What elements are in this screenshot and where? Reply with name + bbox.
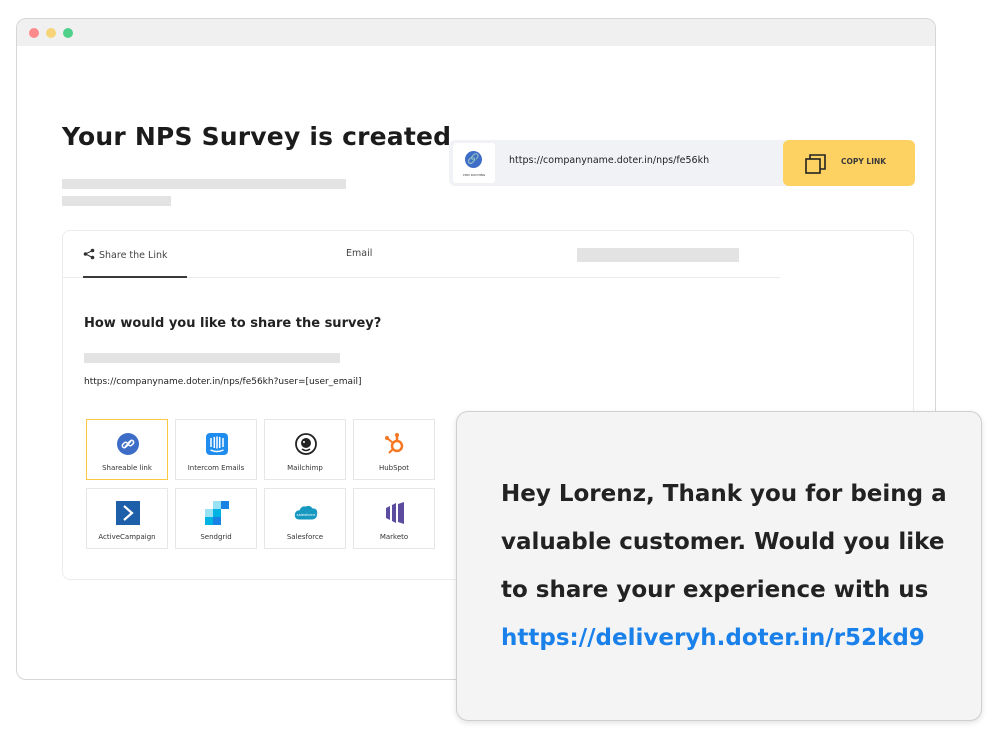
- message-line: valuable customer. Would you like: [501, 529, 945, 555]
- integration-intercom-emails[interactable]: Intercom Emails: [175, 419, 257, 480]
- integration-label: HubSpot: [378, 464, 410, 472]
- page-title: Your NPS Survey is created: [62, 122, 452, 151]
- integration-label: Intercom Emails: [187, 464, 245, 472]
- link-icon: [116, 432, 140, 456]
- survey-url[interactable]: https://companyname.doter.in/nps/fe56kh: [509, 155, 709, 166]
- integration-salesforce[interactable]: salesforce Salesforce: [264, 488, 346, 549]
- intercom-icon: [205, 432, 229, 456]
- message-link[interactable]: https://deliveryh.doter.in/r52kd9: [501, 614, 961, 662]
- message-line: Hey Lorenz, Thank you for being a: [501, 481, 947, 507]
- message-body: Hey Lorenz, Thank you for being a valuab…: [501, 470, 961, 662]
- personalized-url[interactable]: https://companyname.doter.in/nps/fe56kh?…: [84, 377, 362, 387]
- window-titlebar: [17, 19, 935, 46]
- integration-hubspot[interactable]: HubSpot: [353, 419, 435, 480]
- placeholder-bar: [62, 196, 171, 206]
- integration-mailchimp[interactable]: Mailchimp: [264, 419, 346, 480]
- active-tab-indicator: [83, 276, 187, 278]
- integration-label: Mailchimp: [287, 464, 323, 472]
- svg-text:salesforce: salesforce: [297, 513, 316, 517]
- salesforce-icon: salesforce: [294, 501, 318, 525]
- close-window-dot[interactable]: [29, 28, 39, 38]
- sms-message-preview: Hey Lorenz, Thank you for being a valuab…: [456, 411, 982, 721]
- integration-marketo[interactable]: Marketo: [353, 488, 435, 549]
- message-line: to share your experience with us: [501, 577, 929, 603]
- tab-share-link[interactable]: Share the Link: [83, 248, 168, 261]
- mailchimp-icon: [294, 432, 318, 456]
- integration-activecampaign[interactable]: ActiveCampaign: [86, 488, 168, 549]
- integration-label: Salesforce: [286, 533, 324, 541]
- integration-sendgrid[interactable]: Sendgrid: [175, 488, 257, 549]
- minimize-window-dot[interactable]: [46, 28, 56, 38]
- maximize-window-dot[interactable]: [63, 28, 73, 38]
- placeholder-bar: [84, 353, 340, 363]
- tab-email[interactable]: Email: [346, 248, 372, 259]
- integration-label: ActiveCampaign: [98, 533, 156, 541]
- placeholder-bar: [62, 179, 346, 189]
- copy-link-button[interactable]: COPY LINK: [783, 140, 915, 186]
- tab-placeholder: [577, 248, 739, 262]
- integration-shareable-link[interactable]: Shareable link: [86, 419, 168, 480]
- integration-label: Shareable link: [102, 464, 152, 472]
- copy-icon: [805, 154, 826, 174]
- company-logo: 🔗 CMD DOCHING: [453, 143, 495, 183]
- tab-label: Share the Link: [99, 250, 168, 261]
- integration-label: Sendgrid: [200, 533, 232, 541]
- company-logo-text: CMD DOCHING: [462, 173, 486, 177]
- marketo-icon: [383, 501, 407, 525]
- activecampaign-icon: [116, 501, 140, 525]
- hubspot-icon: [383, 432, 407, 456]
- tab-label: Email: [346, 248, 373, 259]
- sendgrid-icon: [205, 501, 229, 525]
- integration-label: Marketo: [379, 533, 409, 541]
- share-question: How would you like to share the survey?: [84, 316, 382, 331]
- share-icon: [83, 248, 95, 260]
- link-icon: 🔗: [465, 151, 482, 168]
- copy-link-label: COPY LINK: [841, 157, 887, 166]
- survey-link-bar: 🔗 CMD DOCHING https://companyname.doter.…: [449, 140, 915, 186]
